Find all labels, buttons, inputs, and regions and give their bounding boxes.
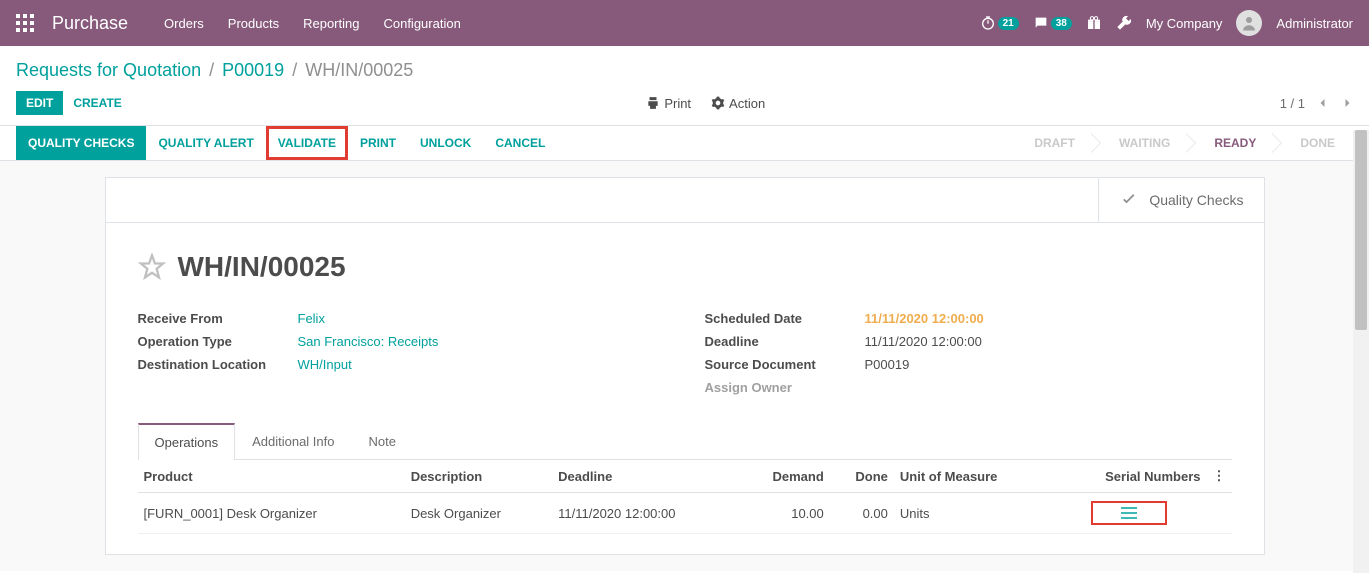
crumb-po[interactable]: P00019 xyxy=(222,60,284,81)
source-doc-value: P00019 xyxy=(865,357,910,372)
tab-additional-info[interactable]: Additional Info xyxy=(235,423,351,460)
receive-from-value[interactable]: Felix xyxy=(298,311,325,326)
button-box: Quality Checks xyxy=(106,178,1264,223)
edit-button[interactable]: Edit xyxy=(16,91,63,115)
pager: 1 / 1 xyxy=(1280,96,1353,111)
deadline-value: 11/11/2020 12:00:00 xyxy=(865,334,982,349)
chat-badge: 38 xyxy=(1051,17,1072,30)
tabs-wrap: Operations Additional Info Note Product … xyxy=(106,423,1264,554)
top-nav: Purchase Orders Products Reporting Confi… xyxy=(0,0,1369,46)
nav-configuration[interactable]: Configuration xyxy=(383,16,460,31)
timer-widget[interactable]: 21 xyxy=(980,15,1019,31)
tabs: Operations Additional Info Note xyxy=(138,423,1232,460)
messaging-widget[interactable]: 38 xyxy=(1033,15,1072,31)
assign-owner-label: Assign Owner xyxy=(705,380,865,395)
operation-type-label: Operation Type xyxy=(138,334,298,349)
serial-numbers-button[interactable] xyxy=(1091,501,1167,525)
scroll-area: Quality Checks WH/IN/00025 Receive FromF… xyxy=(0,161,1369,571)
action-label: Action xyxy=(729,96,765,111)
wrench-icon[interactable] xyxy=(1116,15,1132,31)
pager-text: 1 / 1 xyxy=(1280,96,1305,111)
th-demand: Demand xyxy=(739,460,830,493)
vertical-scrollbar[interactable] xyxy=(1353,130,1369,573)
scheduled-date-label: Scheduled Date xyxy=(705,311,865,326)
validate-button[interactable]: Validate xyxy=(266,126,348,160)
status-done[interactable]: Done xyxy=(1274,126,1353,160)
status-draft[interactable]: Draft xyxy=(1008,126,1093,160)
avatar[interactable] xyxy=(1236,10,1262,36)
unlock-button[interactable]: Unlock xyxy=(408,126,483,160)
print-dropdown[interactable]: Print xyxy=(646,96,691,111)
tab-note[interactable]: Note xyxy=(352,423,413,460)
th-deadline: Deadline xyxy=(552,460,738,493)
record-title: WH/IN/00025 xyxy=(178,251,346,283)
cell-description: Desk Organizer xyxy=(405,493,552,534)
crumb-current: WH/IN/00025 xyxy=(305,60,413,81)
crumb-sep: / xyxy=(292,60,297,81)
status-waiting[interactable]: Waiting xyxy=(1093,126,1188,160)
cancel-button[interactable]: Cancel xyxy=(483,126,557,160)
scheduled-date-value: 11/11/2020 12:00:00 xyxy=(865,311,984,326)
gift-icon[interactable] xyxy=(1086,15,1102,31)
lines-table: Product Description Deadline Demand Done… xyxy=(138,460,1232,534)
app-title[interactable]: Purchase xyxy=(52,13,128,34)
deadline-label: Deadline xyxy=(705,334,865,349)
title-row: WH/IN/00025 xyxy=(106,223,1264,295)
cell-serial xyxy=(1052,493,1207,534)
action-dropdown[interactable]: Action xyxy=(711,96,765,111)
crumb-sep: / xyxy=(209,60,214,81)
source-doc-label: Source Document xyxy=(705,357,865,372)
form-sheet: Quality Checks WH/IN/00025 Receive FromF… xyxy=(105,177,1265,555)
quality-checks-stat-label: Quality Checks xyxy=(1149,192,1243,208)
quality-checks-stat[interactable]: Quality Checks xyxy=(1098,178,1263,222)
user-name[interactable]: Administrator xyxy=(1276,16,1353,31)
actionbar-wrap: Quality Checks Quality Alert Validate Pr… xyxy=(0,125,1369,161)
operation-type-value[interactable]: San Francisco: Receipts xyxy=(298,334,439,349)
cell-done: 0.00 xyxy=(830,493,894,534)
timer-badge: 21 xyxy=(998,17,1019,30)
th-uom: Unit of Measure xyxy=(894,460,1052,493)
control-center: Print Action xyxy=(132,96,1280,111)
actionbar: Quality Checks Quality Alert Validate Pr… xyxy=(16,126,557,160)
status-ready[interactable]: Ready xyxy=(1188,126,1274,160)
table-row[interactable]: [FURN_0001] Desk Organizer Desk Organize… xyxy=(138,493,1232,534)
right-col: Scheduled Date11/11/2020 12:00:00 Deadli… xyxy=(705,307,1232,399)
cell-deadline: 11/11/2020 12:00:00 xyxy=(552,493,738,534)
control-row: Edit Create Print Action 1 / 1 xyxy=(0,81,1369,125)
nav-products[interactable]: Products xyxy=(228,16,279,31)
nav-reporting[interactable]: Reporting xyxy=(303,16,359,31)
apps-icon[interactable] xyxy=(16,14,34,32)
th-product: Product xyxy=(138,460,405,493)
destination-label: Destination Location xyxy=(138,357,298,372)
left-col: Receive FromFelix Operation TypeSan Fran… xyxy=(138,307,665,399)
quality-checks-button[interactable]: Quality Checks xyxy=(16,126,146,160)
destination-value[interactable]: WH/Input xyxy=(298,357,352,372)
star-icon[interactable] xyxy=(138,253,166,281)
statusbar: Draft Waiting Ready Done xyxy=(1008,126,1353,160)
nav-orders[interactable]: Orders xyxy=(164,16,204,31)
cell-demand: 10.00 xyxy=(739,493,830,534)
th-serial: Serial Numbers xyxy=(1052,460,1207,493)
print-label: Print xyxy=(664,96,691,111)
nav-right: 21 38 My Company Administrator xyxy=(980,10,1353,36)
crumb-rfq[interactable]: Requests for Quotation xyxy=(16,60,201,81)
tab-operations[interactable]: Operations xyxy=(138,423,236,460)
scrollbar-thumb[interactable] xyxy=(1355,130,1367,330)
company-name[interactable]: My Company xyxy=(1146,16,1223,31)
cell-uom: Units xyxy=(894,493,1052,534)
cell-product: [FURN_0001] Desk Organizer xyxy=(138,493,405,534)
pager-next[interactable] xyxy=(1341,97,1353,109)
quality-alert-button[interactable]: Quality Alert xyxy=(146,126,265,160)
th-options[interactable]: ⋮ xyxy=(1207,460,1232,493)
breadcrumb-row: Requests for Quotation / P00019 / WH/IN/… xyxy=(0,46,1369,81)
fields-grid: Receive FromFelix Operation TypeSan Fran… xyxy=(106,295,1264,423)
th-description: Description xyxy=(405,460,552,493)
th-done: Done xyxy=(830,460,894,493)
breadcrumb: Requests for Quotation / P00019 / WH/IN/… xyxy=(16,60,413,81)
print-button[interactable]: Print xyxy=(348,126,408,160)
pager-prev[interactable] xyxy=(1317,97,1329,109)
receive-from-label: Receive From xyxy=(138,311,298,326)
create-button[interactable]: Create xyxy=(63,91,131,115)
nav-menu: Orders Products Reporting Configuration xyxy=(164,16,980,31)
